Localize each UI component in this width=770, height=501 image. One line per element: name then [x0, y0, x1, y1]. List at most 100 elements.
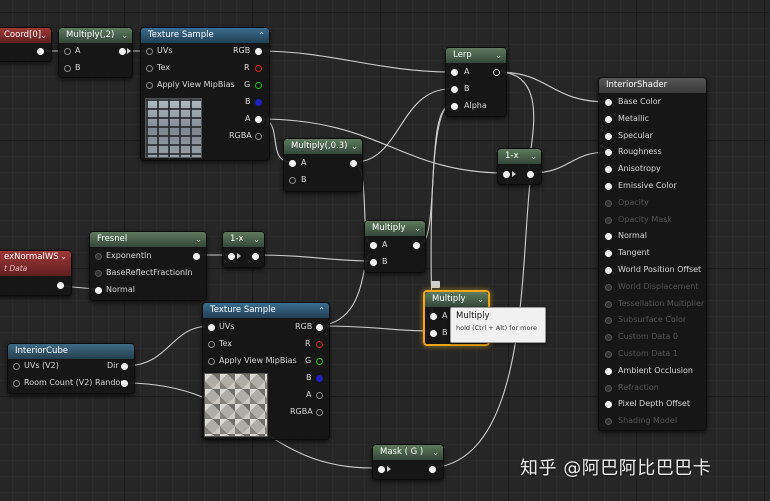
- output-pin-random[interactable]: [121, 380, 128, 387]
- material-graph-canvas[interactable]: Coord[0] ⌄ Multiply(,2) ⌄ A B Texture Samp…: [0, 0, 770, 501]
- input-pin-a[interactable]: [64, 48, 71, 55]
- input-pin-a[interactable]: [370, 242, 377, 249]
- shader-input-pin[interactable]: [605, 99, 612, 106]
- interior-shader-result-node[interactable]: InteriorShader Base Color Metallic Specula…: [598, 77, 707, 431]
- comment-bubble-icon[interactable]: [431, 281, 440, 288]
- output-pin[interactable]: [119, 48, 126, 55]
- shader-input-pin[interactable]: [605, 199, 612, 207]
- multiply-03-node[interactable]: Multiply(,0.3) ⌄ A B: [283, 138, 363, 192]
- node-header[interactable]: Multiply(,0.3) ⌄: [284, 139, 362, 154]
- chevron-down-icon[interactable]: ⌄: [477, 292, 484, 307]
- output-pin[interactable]: [57, 282, 64, 289]
- chevron-down-icon[interactable]: ⌄: [195, 232, 202, 247]
- shader-input-pin[interactable]: [605, 115, 612, 123]
- output-pin-b[interactable]: [316, 375, 323, 382]
- output-pin-b[interactable]: [255, 99, 262, 106]
- output-pin[interactable]: [527, 171, 534, 178]
- input-pin-exponent[interactable]: [95, 253, 102, 260]
- chevron-down-icon[interactable]: ⌄: [121, 28, 128, 43]
- fresnel-node[interactable]: Fresnel ⌄ ExponentIn BaseReflectFractionI…: [89, 231, 207, 301]
- output-pin-dir[interactable]: [121, 363, 128, 370]
- shader-input-pin[interactable]: [605, 267, 612, 274]
- chevron-down-icon[interactable]: ⌄: [40, 28, 47, 43]
- shader-input-pin[interactable]: [605, 367, 612, 375]
- chevron-up-icon[interactable]: ⌃: [258, 28, 265, 43]
- shader-input-pin[interactable]: [605, 334, 612, 342]
- node-header[interactable]: Texture Sample ⌃: [141, 28, 269, 43]
- input-pin-b[interactable]: [289, 177, 296, 184]
- input-pin-normal[interactable]: [95, 287, 102, 294]
- shader-input-pin[interactable]: [605, 351, 612, 358]
- shader-input-pin[interactable]: [605, 317, 612, 325]
- node-header[interactable]: InteriorShader: [599, 78, 706, 93]
- input-pin-mipbias[interactable]: [208, 358, 215, 365]
- shader-input-pin[interactable]: [605, 149, 612, 157]
- output-pin[interactable]: [493, 69, 500, 76]
- output-pin-g[interactable]: [255, 82, 262, 89]
- input-pin-uvs[interactable]: [146, 48, 153, 55]
- input-pin-b[interactable]: [370, 259, 377, 266]
- node-header[interactable]: Lerp ⌄: [446, 48, 506, 63]
- output-pin-a[interactable]: [255, 116, 262, 123]
- input-pin-b[interactable]: [64, 65, 71, 72]
- chevron-down-icon[interactable]: ⌄: [432, 445, 439, 460]
- output-pin-a[interactable]: [316, 392, 323, 399]
- output-pin-g[interactable]: [316, 358, 323, 365]
- input-pin-b[interactable]: [451, 86, 458, 93]
- shader-input-pin[interactable]: [605, 300, 612, 308]
- input-pin-mipbias[interactable]: [146, 82, 153, 89]
- shader-input-pin[interactable]: [605, 283, 612, 291]
- shader-input-pin[interactable]: [605, 384, 612, 392]
- node-header[interactable]: Fresnel ⌄: [90, 232, 206, 247]
- output-pin-rgba[interactable]: [255, 133, 262, 140]
- node-header[interactable]: Mask ( G ) ⌄: [373, 445, 443, 460]
- chevron-down-icon[interactable]: ⌄: [351, 139, 358, 154]
- one-minus-node[interactable]: 1-x ⌄: [497, 148, 542, 185]
- shader-input-pin[interactable]: [605, 216, 612, 224]
- chevron-up-icon[interactable]: ⌃: [318, 303, 325, 318]
- shader-input-pin[interactable]: [605, 250, 612, 258]
- input-pin-basereflect[interactable]: [95, 270, 102, 277]
- texture-sample-node[interactable]: Texture Sample ⌃ UVs Tex Apply View MipBi…: [140, 27, 270, 161]
- chevron-down-icon[interactable]: ⌄: [414, 221, 421, 236]
- input-pin-uvs[interactable]: [13, 363, 20, 370]
- shader-input-pin[interactable]: [605, 183, 612, 190]
- output-pin-r[interactable]: [255, 65, 262, 72]
- interior-cube-node[interactable]: InteriorCube UVs (V2) Room Count (V2) Ra…: [7, 343, 135, 394]
- vertex-normal-node[interactable]: exNormalWS t Data ⌄: [0, 250, 72, 296]
- input-pin[interactable]: [228, 253, 235, 260]
- output-pin[interactable]: [350, 160, 357, 167]
- output-pin-r[interactable]: [316, 341, 323, 348]
- texture-sample-node[interactable]: Texture Sample ⌃ UVs Tex Apply View MipBi…: [202, 302, 330, 440]
- multiply-node[interactable]: Multiply ⌄ A B: [364, 220, 426, 273]
- lerp-node[interactable]: Lerp ⌄ A B Alpha: [445, 47, 507, 117]
- input-pin-roomcount[interactable]: [13, 380, 20, 387]
- chevron-down-icon[interactable]: ⌄: [530, 149, 537, 164]
- output-pin[interactable]: [37, 48, 44, 55]
- node-header[interactable]: 1-x ⌄: [498, 149, 541, 164]
- output-pin[interactable]: [193, 253, 200, 260]
- chevron-down-icon[interactable]: ⌄: [60, 251, 67, 262]
- output-pin-rgba[interactable]: [316, 409, 323, 416]
- shader-input-pin[interactable]: [605, 418, 612, 426]
- input-pin-a[interactable]: [289, 160, 296, 167]
- node-header[interactable]: Multiply ⌄: [365, 221, 425, 236]
- node-header[interactable]: InteriorCube: [8, 344, 134, 359]
- node-header[interactable]: Multiply(,2) ⌄: [59, 28, 132, 43]
- output-pin[interactable]: [252, 253, 259, 260]
- input-pin-uvs[interactable]: [208, 324, 215, 331]
- texcoord-node[interactable]: Coord[0] ⌄: [0, 27, 52, 62]
- shader-input-pin[interactable]: [605, 233, 612, 241]
- input-pin-b[interactable]: [430, 330, 437, 337]
- output-pin[interactable]: [413, 242, 420, 249]
- one-minus-node[interactable]: 1-x ⌄: [222, 231, 265, 268]
- input-pin-alpha[interactable]: [451, 103, 458, 110]
- input-pin-tex[interactable]: [146, 65, 153, 72]
- node-header[interactable]: Coord[0] ⌄: [0, 28, 51, 43]
- input-pin-a[interactable]: [451, 69, 458, 76]
- shader-input-pin[interactable]: [605, 132, 612, 140]
- input-pin-tex[interactable]: [208, 341, 215, 348]
- output-pin-rgb[interactable]: [316, 324, 323, 331]
- multiply-2-node[interactable]: Multiply(,2) ⌄ A B: [58, 27, 133, 78]
- output-pin-rgb[interactable]: [255, 48, 262, 55]
